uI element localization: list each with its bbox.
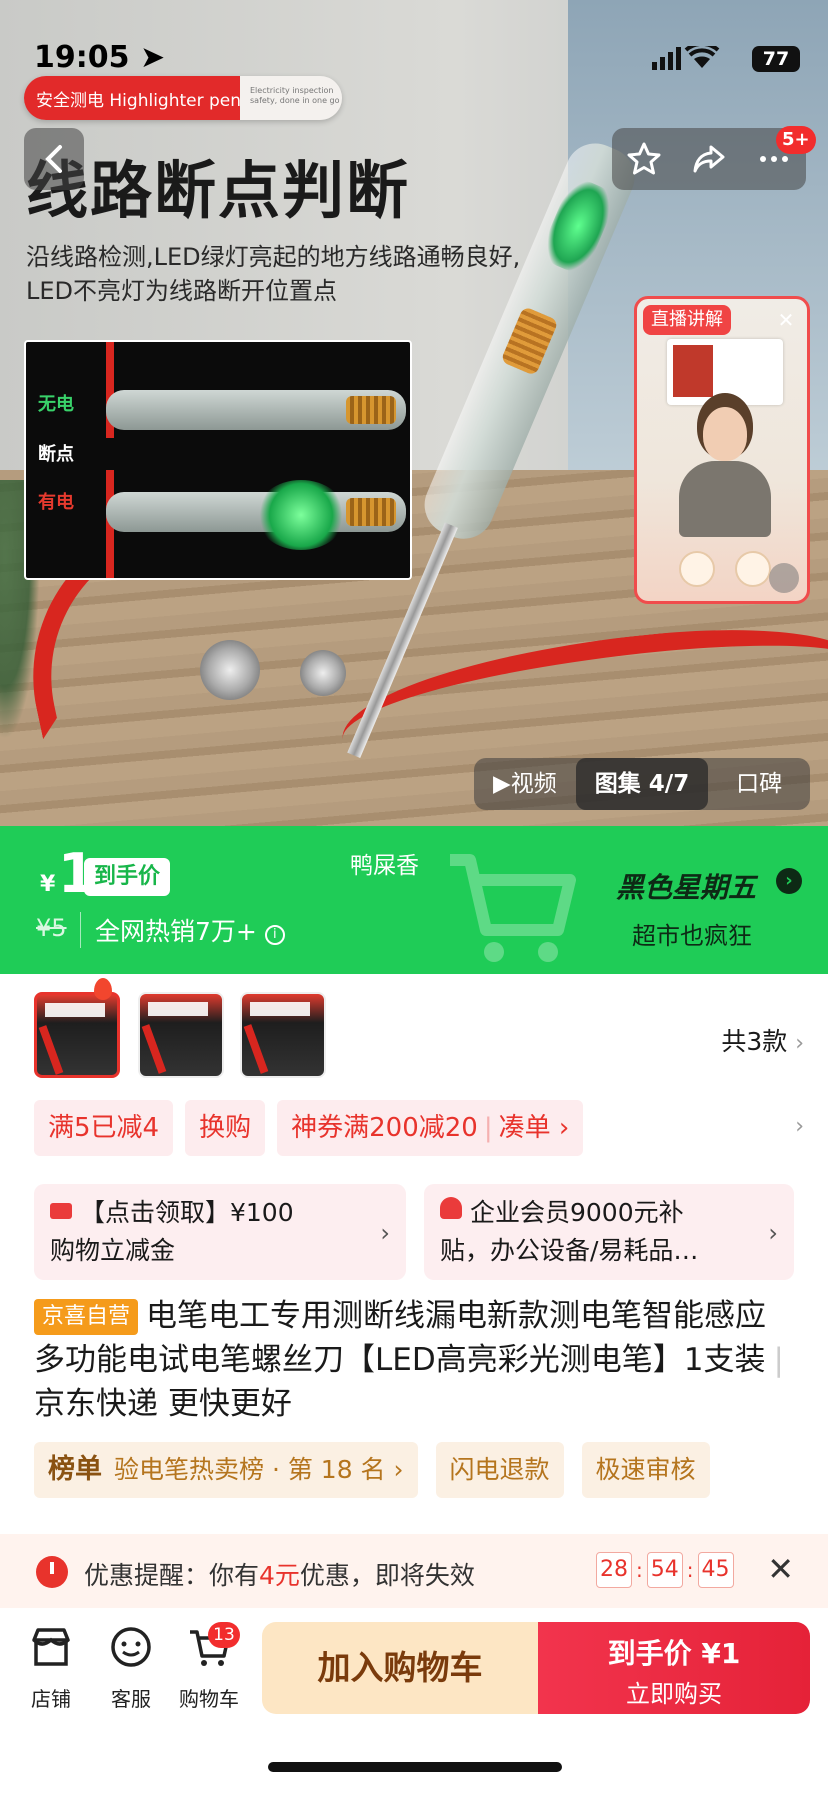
favorite-button[interactable] — [626, 141, 662, 177]
live-stream-window[interactable]: 直播讲解 ✕ — [634, 296, 810, 604]
buy-now-label: 立即购买 — [626, 1680, 722, 1708]
variant-thumbnail[interactable] — [138, 992, 224, 1078]
countdown-timer: 28: 54: 45 — [596, 1552, 734, 1588]
coupon-voucher[interactable]: 神券满200减20 | 凑单 › — [277, 1100, 584, 1156]
flash-refund-badge[interactable]: 闪电退款 — [435, 1442, 564, 1498]
cashback-coupon[interactable]: 【点击领取】¥100 购物立减金 › — [34, 1184, 406, 1280]
user-icon — [440, 1197, 462, 1219]
clock-icon — [36, 1556, 68, 1588]
battery-indicator: 77 — [752, 46, 800, 72]
store-tag: 京喜自营 — [34, 1299, 139, 1335]
sales-volume[interactable]: 全网热销7万+ i — [80, 912, 285, 948]
chevron-right-icon: › — [795, 1031, 804, 1056]
buy-price-label: 到手价 ¥1 — [607, 1637, 741, 1670]
event-title[interactable]: 黑色星期五 — [616, 866, 756, 906]
wire-end — [200, 640, 260, 700]
coupon-discount[interactable]: 满5已减4 — [34, 1100, 174, 1156]
buy-now-button[interactable]: 到手价 ¥1 立即购买 — [538, 1622, 810, 1714]
enterprise-member-offer[interactable]: 企业会员9000元补 贴，办公设备/易耗品… › — [424, 1184, 794, 1280]
coupon-row: 满5已减4 换购 神券满200减20 | 凑单 › › — [34, 1100, 804, 1156]
inset-comparison-image: 无电 断点 有电 — [24, 340, 412, 580]
inset-led-glow — [256, 480, 346, 550]
discount-reminder: 优惠提醒：你有4元优惠，即将失效 28: 54: 45 ✕ — [0, 1534, 828, 1608]
label-no-power: 无电 — [38, 394, 74, 415]
cart-count-badge: 13 — [208, 1622, 240, 1648]
variant-thumbnail[interactable] — [34, 992, 120, 1078]
variant-count[interactable]: 共3款 › — [721, 1022, 804, 1058]
label-power: 有电 — [38, 492, 74, 513]
shop-icon — [32, 1628, 70, 1666]
currency-symbol: ¥ — [40, 872, 56, 897]
status-time: 19:05 ➤ — [34, 40, 166, 75]
original-price: ¥5 — [36, 914, 67, 942]
back-button[interactable] — [24, 128, 84, 190]
coupon-exchange[interactable]: 换购 — [185, 1100, 266, 1156]
reminder-text: 优惠提醒：你有4元优惠，即将失效 — [84, 1561, 475, 1590]
variant-thumbnail[interactable] — [240, 992, 326, 1078]
live-display-board — [667, 339, 783, 405]
info-icon: i — [264, 925, 285, 945]
ranking-row: 榜单 验电笔热卖榜 · 第 18 名 › 闪电退款 极速审核 — [34, 1442, 710, 1498]
share-button[interactable] — [691, 141, 727, 177]
mute-icon[interactable] — [769, 563, 799, 593]
signal-wifi-icon — [652, 46, 720, 70]
star-icon — [627, 142, 661, 175]
ranking-badge[interactable]: 榜单 验电笔热卖榜 · 第 18 名 › — [34, 1442, 418, 1498]
after-sale-badge — [735, 551, 771, 587]
product-title: 京喜自营 电笔电工专用测断线漏电新款测电笔智能感应多功能电试电笔螺丝刀【LED高亮… — [34, 1298, 784, 1422]
product-image-gallery[interactable]: 安全测电 Highlighter pen Electricity inspect… — [0, 0, 828, 826]
label-breakpoint: 断点 — [38, 444, 74, 465]
hero-description: 沿线路检测,LED绿灯亮起的地方线路通畅良好, LED不亮灯为线路断开位置点 — [26, 240, 520, 308]
share-icon — [693, 145, 725, 173]
notification-badge: 5+ — [776, 126, 816, 154]
customer-service-button[interactable]: 客服 — [96, 1624, 166, 1712]
guarantee-badge — [679, 551, 715, 587]
close-reminder-button[interactable]: ✕ — [767, 1550, 794, 1588]
price-banner[interactable]: ¥ 1 到手价 ¥5 全网热销7万+ i 鸭屎香 黑色星期五 › 超市也疯狂 — [0, 826, 828, 974]
chevron-right-icon: › — [380, 1219, 390, 1247]
tab-reviews[interactable]: 口碑 — [708, 758, 810, 810]
live-tag: 直播讲解 — [643, 305, 731, 335]
chevron-right-icon: › — [768, 1219, 778, 1247]
bottom-action-bar: 店铺 客服 购物车 13 加入购物车 到手价 ¥1 立即购买 — [0, 1608, 828, 1793]
chevron-left-icon — [45, 145, 62, 173]
inset-pen — [106, 390, 406, 430]
home-indicator[interactable] — [268, 1762, 562, 1772]
service-icon — [111, 1627, 151, 1667]
brand-banner: 安全测电 Highlighter pen Electricity inspect… — [24, 76, 342, 120]
chevron-right-icon[interactable]: › — [795, 1114, 804, 1139]
location-arrow-icon: ➤ — [139, 40, 166, 75]
shop-button[interactable]: 店铺 — [16, 1624, 86, 1712]
card-icon — [50, 1203, 72, 1219]
hot-icon — [94, 978, 112, 1000]
tab-gallery[interactable]: 图集 4/7 — [575, 758, 709, 810]
final-price-tag: 到手价 — [84, 858, 171, 896]
variant-scent: 鸭屎香 — [350, 853, 419, 879]
cart-decoration-icon — [450, 854, 576, 962]
close-icon: ✕ — [777, 308, 795, 332]
brand-text: 安全测电 Highlighter pen — [36, 90, 242, 111]
chevron-right-icon[interactable]: › — [776, 868, 802, 894]
brand-subtext: Electricity inspection safety, done in o… — [250, 86, 340, 105]
product-info-card: 共3款 › 满5已减4 换购 神券满200减20 | 凑单 › › 【点击领取】¥1… — [0, 974, 828, 1534]
gallery-switcher: ▶视频 图集 4/7 口碑 — [474, 758, 810, 810]
live-host — [679, 407, 771, 537]
add-to-cart-button[interactable]: 加入购物车 — [262, 1622, 538, 1714]
close-live-button[interactable]: ✕ — [773, 307, 799, 333]
fast-review-badge[interactable]: 极速审核 — [581, 1442, 710, 1498]
event-subtitle: 超市也疯狂 — [632, 922, 752, 950]
status-bar: 19:05 ➤ 77 — [0, 36, 828, 80]
tab-video[interactable]: ▶视频 — [474, 758, 576, 810]
play-icon: ▶ — [493, 771, 511, 797]
desc-line: 沿线路检测,LED绿灯亮起的地方线路通畅良好, — [26, 243, 521, 271]
desc-line: LED不亮灯为线路断开位置点 — [26, 277, 338, 305]
